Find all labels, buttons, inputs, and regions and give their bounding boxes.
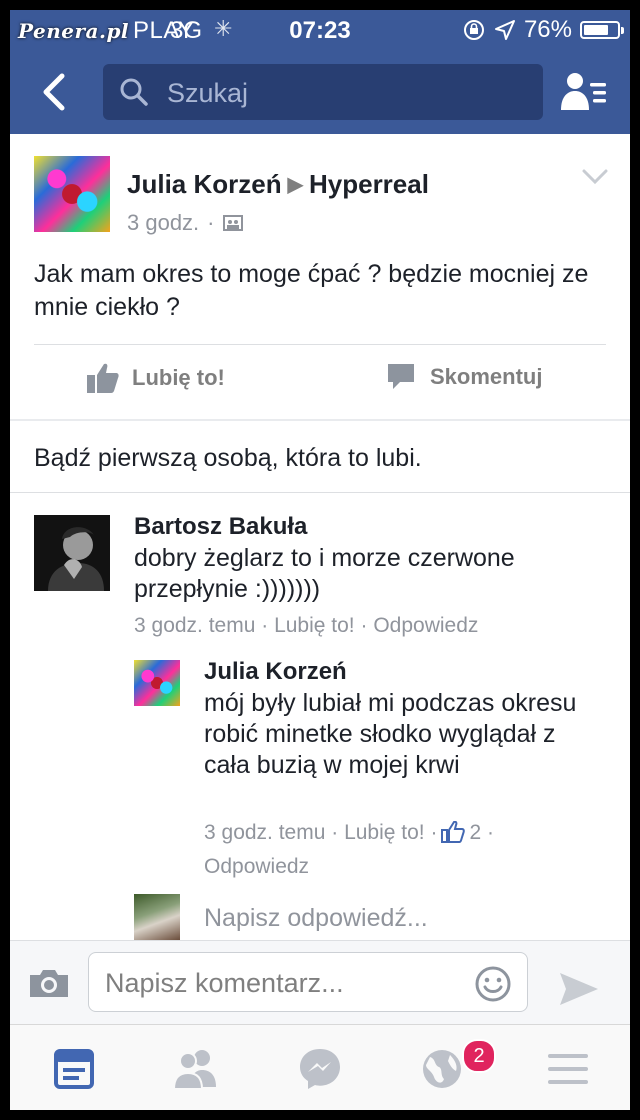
current-user-avatar bbox=[134, 894, 180, 940]
battery-fill bbox=[584, 25, 609, 35]
top-bar: Penera.pl PLAY 3G ✳ 07:23 76% bbox=[10, 10, 630, 134]
reply-text: mój były lubiał mi podczas okresu robić … bbox=[204, 689, 577, 779]
comment-bubble-icon bbox=[388, 364, 414, 389]
post-author-avatar[interactable] bbox=[34, 156, 110, 232]
comment-button[interactable]: Skomentuj bbox=[386, 362, 542, 392]
tab-menu-icon[interactable] bbox=[538, 1045, 598, 1093]
post-group-name[interactable]: Hyperreal bbox=[309, 169, 429, 199]
friend-requests-icon[interactable] bbox=[560, 70, 608, 114]
post-header: Julia Korzeń ▶ Hyperreal bbox=[127, 169, 429, 200]
reply-time[interactable]: 3 godz. temu bbox=[204, 821, 325, 844]
comment-time[interactable]: 3 godz. temu bbox=[134, 614, 255, 637]
post-text: Jak mam okres to moge ćpać ? będzie mocn… bbox=[34, 260, 589, 321]
like-count-icon bbox=[441, 820, 466, 852]
group-audience-icon bbox=[222, 215, 243, 231]
reply-like-count[interactable]: 2 bbox=[469, 821, 481, 844]
reply-meta: 3 godz. temu · Lubię to! · 2 · Odpowiedz bbox=[204, 820, 494, 878]
post-time[interactable]: 3 godz. bbox=[127, 210, 199, 236]
emoji-icon[interactable] bbox=[474, 965, 512, 1003]
reply-author-name[interactable]: Julia Korzeń bbox=[204, 658, 347, 686]
comment-like-link[interactable]: Lubię to! bbox=[274, 614, 355, 637]
search-bar[interactable] bbox=[103, 64, 543, 120]
search-input[interactable] bbox=[165, 72, 529, 114]
send-icon[interactable] bbox=[558, 971, 600, 1007]
battery-percent: 76% bbox=[523, 16, 572, 43]
comment-text: dobry żeglarz to i morze czerwone przepł… bbox=[134, 544, 515, 603]
status-bar: Penera.pl PLAY 3G ✳ 07:23 76% bbox=[10, 10, 630, 50]
person-photo bbox=[34, 515, 110, 591]
post-author-name[interactable]: Julia Korzeń bbox=[127, 169, 282, 199]
chevron-down-icon[interactable] bbox=[582, 168, 608, 186]
comment-meta: 3 godz. temu · Lubię to! · Odpowiedz bbox=[134, 614, 479, 637]
status-right: 76% bbox=[462, 16, 624, 44]
app-screen: Penera.plPLAY 3G ✳ 07:23 76% Julia Korze… bbox=[10, 10, 630, 1110]
divider bbox=[10, 492, 630, 493]
comment-author-name[interactable]: Bartosz Bakuła bbox=[134, 513, 307, 541]
like-button[interactable]: Lubię to! bbox=[86, 362, 225, 394]
tab-friend-requests-icon[interactable] bbox=[166, 1045, 226, 1093]
reply-input[interactable] bbox=[204, 900, 584, 936]
back-arrow-icon[interactable] bbox=[36, 72, 72, 112]
notification-badge: 2 bbox=[462, 1039, 496, 1073]
comment-author-avatar[interactable] bbox=[34, 515, 110, 591]
comment-box[interactable] bbox=[88, 952, 528, 1012]
divider bbox=[10, 419, 630, 421]
post-meta: 3 godz. · bbox=[127, 210, 243, 236]
search-icon bbox=[120, 78, 148, 106]
reply-author-avatar[interactable] bbox=[134, 660, 180, 706]
battery-icon bbox=[580, 21, 624, 39]
thumbs-up-icon bbox=[87, 363, 119, 393]
tab-bar: 2 bbox=[10, 1024, 630, 1110]
rotation-lock-icon bbox=[463, 20, 484, 40]
reply-like-link[interactable]: Lubię to! bbox=[344, 821, 425, 844]
comment-input[interactable] bbox=[103, 963, 467, 1003]
comment-reply-link[interactable]: Odpowiedz bbox=[373, 614, 478, 637]
tab-news-feed-icon[interactable] bbox=[44, 1045, 104, 1093]
comment-label: Skomentuj bbox=[430, 364, 543, 389]
likes-summary: Bądź pierwszą osobą, która to lubi. bbox=[34, 444, 422, 472]
arrow-right-icon: ▶ bbox=[287, 174, 303, 196]
location-icon bbox=[494, 20, 515, 40]
divider bbox=[34, 344, 606, 345]
reply-reply-link[interactable]: Odpowiedz bbox=[204, 855, 309, 878]
tab-messenger-icon[interactable] bbox=[290, 1045, 350, 1093]
like-label: Lubię to! bbox=[132, 365, 225, 390]
camera-icon[interactable] bbox=[28, 967, 70, 999]
separator-dot: · bbox=[207, 210, 215, 235]
comment-composer bbox=[10, 940, 630, 1025]
